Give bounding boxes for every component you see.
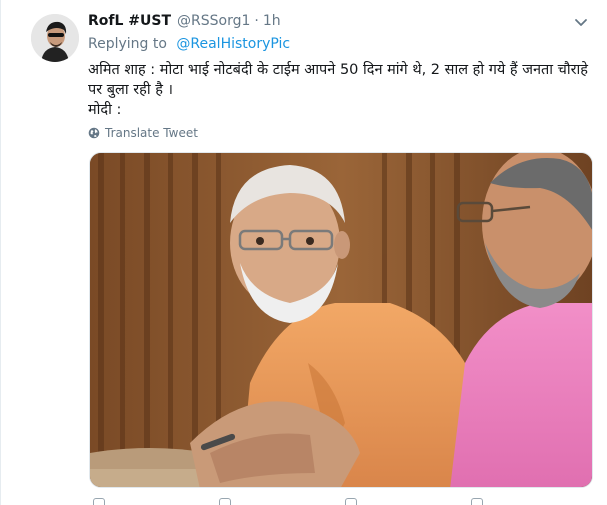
- translate-tweet-label: Translate Tweet: [105, 126, 198, 140]
- chevron-down-icon[interactable]: [573, 14, 589, 30]
- like-icon[interactable]: [345, 498, 357, 505]
- tweet-actions: [89, 492, 593, 505]
- tweet-text: अमित शाह : मोटा भाई नोटबंदी के टाईम आपने…: [88, 60, 598, 120]
- replying-to-mention[interactable]: @RealHistoryPic: [176, 36, 290, 52]
- replying-prefix: Replying to: [88, 36, 167, 52]
- avatar[interactable]: [31, 14, 79, 62]
- globe-icon: [88, 127, 100, 139]
- display-name[interactable]: RofL #UST: [88, 13, 171, 29]
- tweet-photo[interactable]: [89, 152, 593, 488]
- tweet-text-line: अमित शाह : मोटा भाई नोटबंदी के टाईम आपने…: [88, 62, 593, 98]
- retweet-icon[interactable]: [219, 498, 231, 505]
- separator-dot: ·: [254, 13, 259, 29]
- tweet-card[interactable]: RofL #UST @RSSorg1 · 1h Replying to @Rea…: [0, 0, 607, 505]
- share-icon[interactable]: [471, 498, 483, 505]
- user-handle[interactable]: @RSSorg1: [177, 13, 250, 29]
- tweet-header: RofL #UST @RSSorg1 · 1h: [88, 13, 281, 29]
- reply-icon[interactable]: [93, 498, 105, 505]
- tweet-text-line: मोदी :: [88, 102, 122, 118]
- translate-tweet-link[interactable]: Translate Tweet: [88, 126, 198, 140]
- timestamp[interactable]: 1h: [263, 13, 281, 29]
- replying-to: Replying to @RealHistoryPic: [88, 36, 290, 52]
